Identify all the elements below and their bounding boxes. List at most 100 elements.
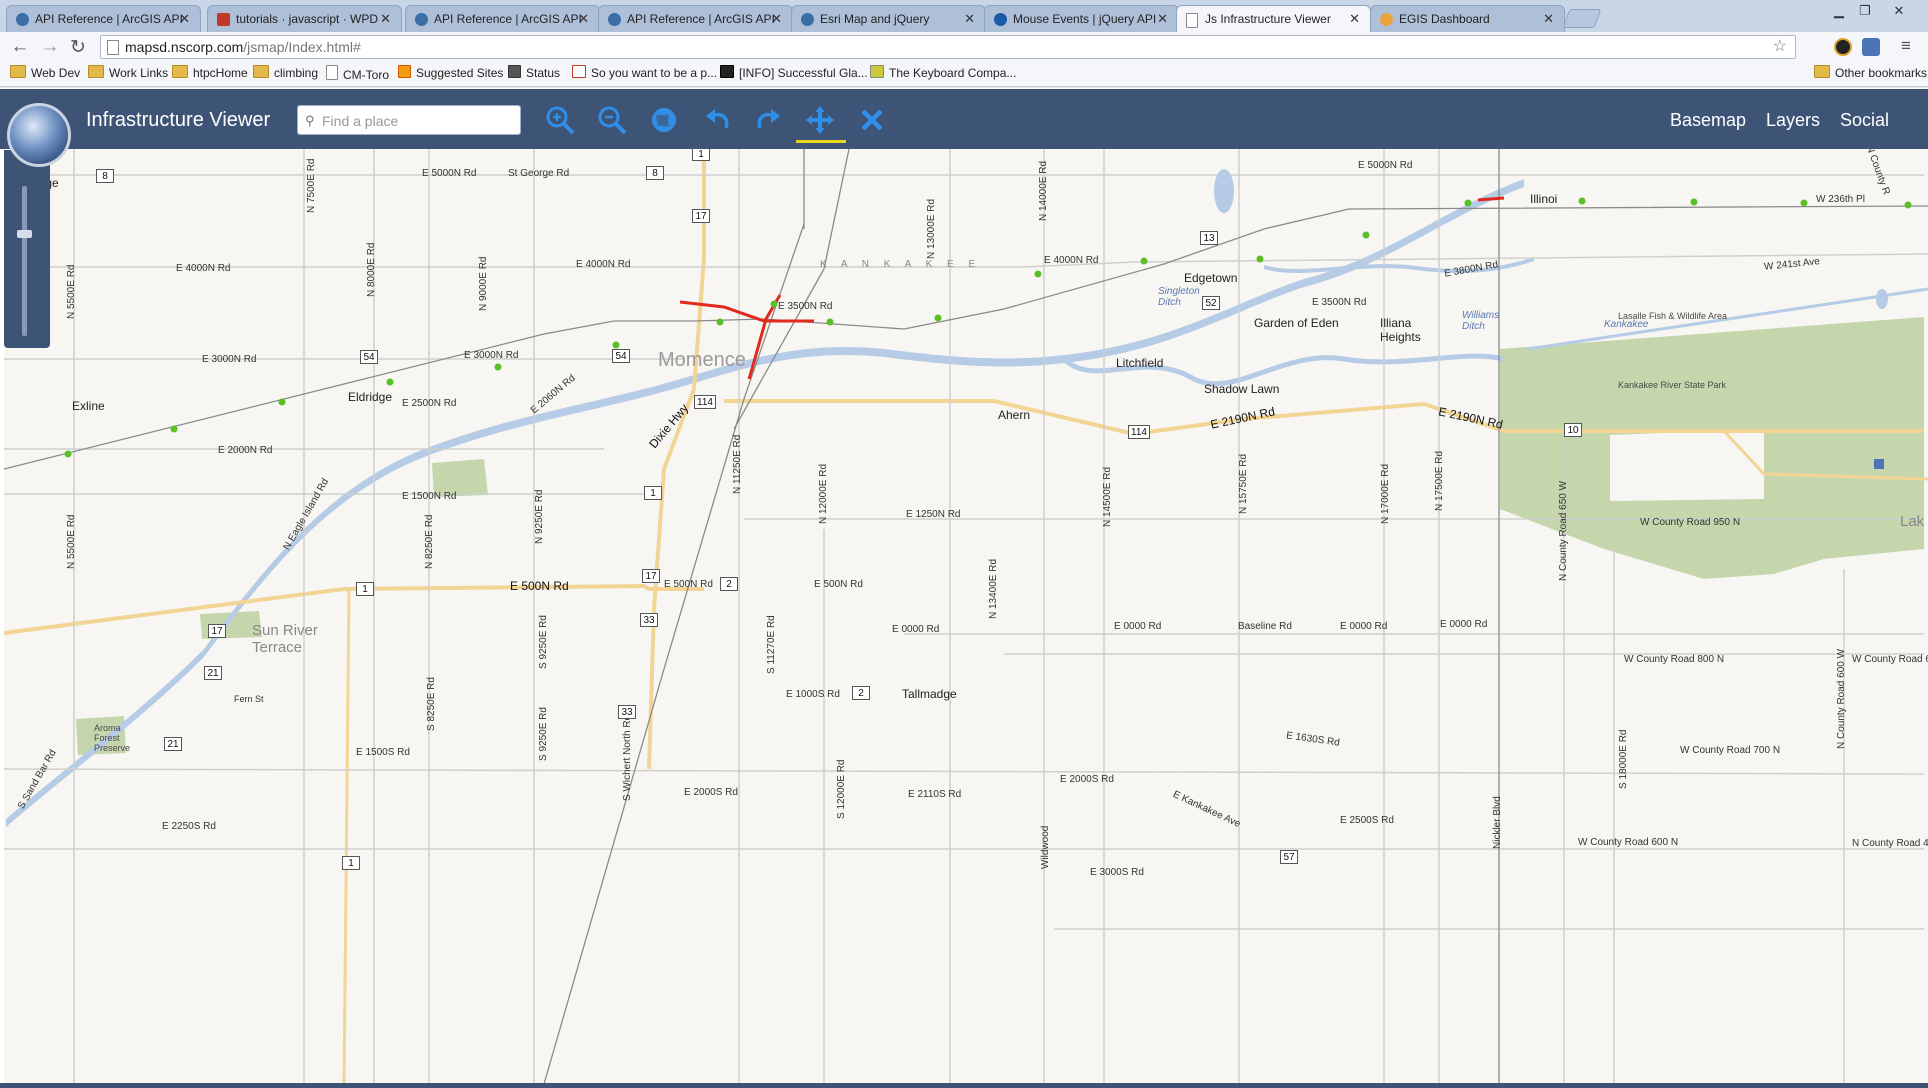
maximize-icon[interactable]: ❐ [1854,3,1876,19]
back-icon[interactable]: ← [8,36,32,58]
bookmark-item[interactable]: So you want to be a p... [572,65,717,80]
app-title: Infrastructure Viewer [86,109,271,131]
route-shield: 1 [644,486,662,500]
app-logo-globe-icon [7,103,71,167]
wpd-favicon-icon [217,13,230,26]
other-bookmarks[interactable]: Other bookmarks [1814,65,1927,80]
road-label: N 7500E Rd [306,158,317,213]
clear-icon[interactable] [856,104,888,136]
place-search[interactable]: ⚲ [297,105,521,135]
url-text[interactable]: mapsd.nscorp.com/jsmap/Index.html# [125,39,361,55]
tab-title: tutorials · javascript · WPD · [236,12,386,26]
bookmark-item[interactable]: [INFO] Successful Gla... [720,65,868,80]
browser-tab[interactable]: API Reference | ArcGIS API ✕ [598,5,793,32]
route-shield: 1 [692,149,710,161]
park-clearing [1610,429,1764,501]
road-label: E 500N Rd [664,579,713,590]
zoom-slider-handle[interactable] [17,230,32,238]
road-label: S 9250E Rd [538,707,549,761]
route-shield: 13 [1200,231,1218,245]
reload-icon[interactable]: ↻ [66,36,90,59]
extension-icon[interactable] [1862,38,1880,56]
browser-tab[interactable]: Mouse Events | jQuery API ✕ [984,5,1179,32]
region-label: K A N K A K E E [820,259,982,270]
bookmark-label: The Keyboard Compa... [889,66,1017,80]
layers-menu[interactable]: Layers [1766,110,1820,131]
place-label: Sun River Terrace [252,622,318,656]
bookmark-label: So you want to be a p... [591,66,718,80]
place-label: Illinoi [1530,192,1558,206]
pan-icon[interactable] [796,104,846,143]
zoom-slider[interactable] [4,150,50,348]
road-label: N 5500E Rd [66,264,77,319]
road-label: S Wichert North Rd [622,714,633,801]
browser-tab[interactable]: API Reference | ArcGIS API ✕ [6,5,201,32]
zoom-out-icon[interactable] [596,104,628,136]
bookmark-star-icon[interactable]: ☆ [1773,36,1787,56]
close-tab-icon[interactable]: ✕ [380,11,391,27]
road-label: N 15750E Rd [1238,453,1249,514]
route-shield: 54 [360,350,378,364]
route-shield: 2 [852,686,870,700]
place-label: Kankakee River State Park [1618,380,1727,390]
road-label: N 17000E Rd [1380,463,1391,524]
redo-icon[interactable] [752,104,784,136]
bookmark-item[interactable]: htpcHome [172,65,248,80]
bookmark-item[interactable]: Web Dev [10,65,80,80]
bookmark-item[interactable]: Suggested Sites [398,65,503,80]
road-label: N County Road 600 W [1836,648,1847,749]
road-label: N 5500E Rd [66,514,77,569]
road-label: N County Road 650 W [1558,480,1569,581]
minimize-icon[interactable]: ▁ [1828,3,1850,19]
folder-icon [1814,65,1830,78]
tab-title: Mouse Events | jQuery API [1013,12,1157,26]
browser-tab[interactable]: tutorials · javascript · WPD · ✕ [207,5,402,32]
menu-icon[interactable]: ≡ [1894,36,1918,56]
road-label: E 0000 Rd [1114,621,1162,632]
route-shield: 114 [1128,425,1150,439]
route-shield: 33 [640,613,658,627]
extension-icon[interactable] [1834,38,1852,56]
browser-tab[interactable]: EGIS Dashboard ✕ [1370,5,1565,32]
close-tab-icon[interactable]: ✕ [1543,11,1554,27]
map-canvas[interactable]: St George Momence Exline Eldridge Edgeto… [4,149,1928,1084]
road-label: E 5000N Rd [422,168,477,179]
dashboard-favicon-icon [1380,13,1393,26]
zoom-slider-track[interactable] [22,186,27,336]
search-input[interactable] [320,110,514,132]
close-window-icon[interactable]: ✕ [1880,3,1918,19]
road-label: E 1000S Rd [786,689,840,700]
road-label: W County Road 6 [1852,654,1928,665]
basemap-menu[interactable]: Basemap [1670,110,1746,131]
close-tab-icon[interactable]: ✕ [1157,11,1168,27]
browser-tab[interactable]: API Reference | ArcGIS API ✕ [405,5,600,32]
bookmark-item[interactable]: Work Links [88,65,168,80]
close-tab-icon[interactable]: ✕ [964,11,975,27]
road-label: N 8000E Rd [366,242,377,297]
road-label: E 0000 Rd [1440,619,1488,630]
close-tab-icon[interactable]: ✕ [771,11,782,27]
address-bar[interactable]: mapsd.nscorp.com/jsmap/Index.html# ☆ [100,35,1796,59]
bookmark-item[interactable]: The Keyboard Compa... [870,65,1016,80]
bookmark-label: climbing [274,66,319,80]
browser-tab-active[interactable]: Js Infrastructure Viewer ✕ [1176,5,1371,32]
undo-icon[interactable] [702,104,734,136]
road-label: E 2110S Rd [908,789,962,800]
bookmark-item[interactable]: climbing [253,65,318,80]
bookmark-item[interactable]: CM-Toro [326,65,389,82]
place-label: Eldridge [348,390,393,404]
road-label: E 1500N Rd [402,491,457,502]
road-label: N 9000E Rd [478,256,489,311]
zoom-in-icon[interactable] [544,104,576,136]
close-tab-icon[interactable]: ✕ [179,11,190,27]
close-tab-icon[interactable]: ✕ [578,11,589,27]
social-menu[interactable]: Social [1840,110,1889,131]
full-extent-icon[interactable] [648,104,680,136]
road-label: Wildwood [1040,825,1051,869]
forward-icon[interactable]: → [38,36,62,58]
browser-tab[interactable]: Esri Map and jQuery ✕ [791,5,986,32]
arcgis-favicon-icon [16,13,29,26]
bookmark-item[interactable]: Status [508,65,560,80]
route-shield: 1 [356,582,374,596]
close-tab-icon[interactable]: ✕ [1349,11,1360,27]
